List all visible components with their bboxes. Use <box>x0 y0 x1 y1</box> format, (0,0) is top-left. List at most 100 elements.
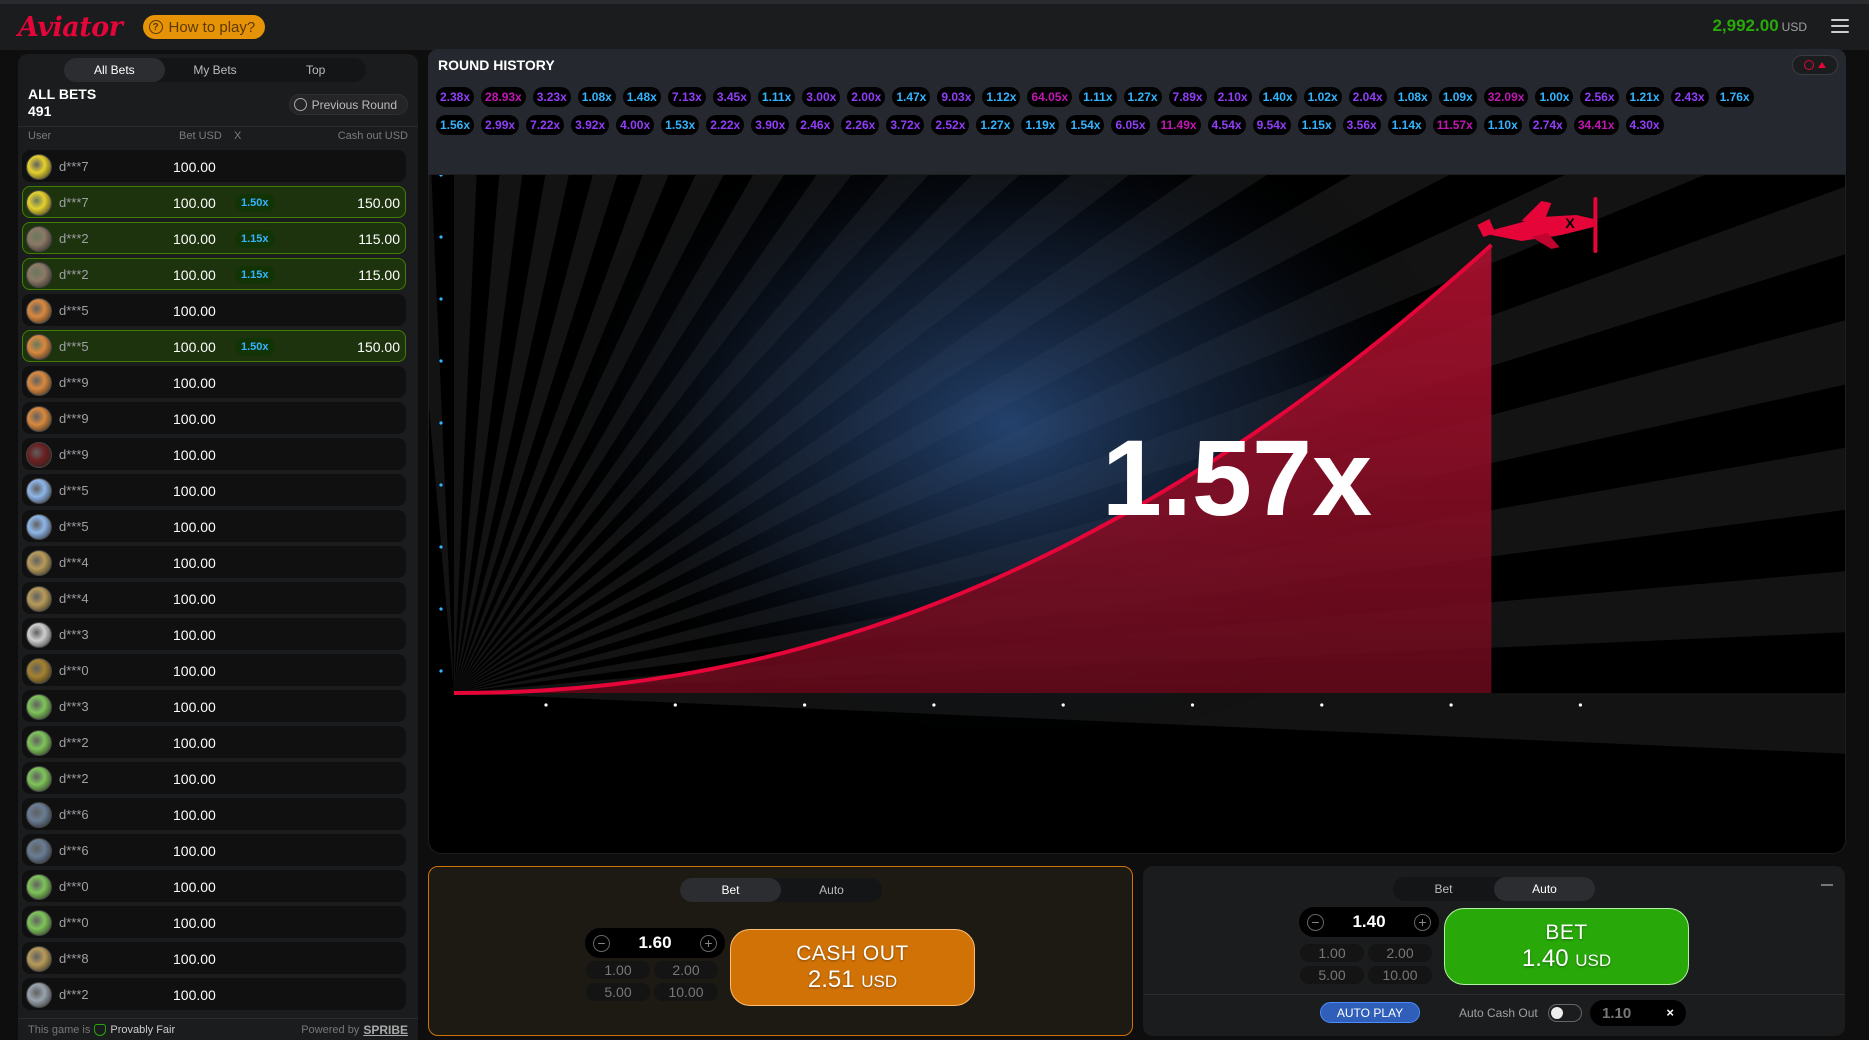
tab-bet[interactable]: Bet <box>680 878 781 902</box>
history-chip[interactable]: 7.89x <box>1168 87 1207 107</box>
avatar <box>26 586 52 612</box>
history-chip[interactable]: 9.54x <box>1252 115 1291 135</box>
auto-cash-out-input[interactable]: 1.10 × <box>1590 1000 1686 1026</box>
history-chip[interactable]: 3.92x <box>571 115 610 135</box>
minus-icon[interactable]: − <box>1307 913 1324 931</box>
history-chip[interactable]: 1.14x <box>1387 115 1426 135</box>
history-chip[interactable]: 2.38x <box>436 87 475 107</box>
bet-row: d***2 100.00 <box>22 978 406 1010</box>
history-chip[interactable]: 1.15x <box>1297 115 1336 135</box>
provably-fair-link[interactable]: Provably Fair <box>94 1023 175 1036</box>
history-chip[interactable]: 4.54x <box>1207 115 1246 135</box>
bet-row: d***5 100.00 <box>22 510 406 542</box>
history-chip[interactable]: 2.52x <box>931 115 970 135</box>
previous-round-button[interactable]: Previous Round <box>288 94 408 115</box>
history-chip[interactable]: 1.02x <box>1303 87 1342 107</box>
history-chip[interactable]: 1.48x <box>622 87 661 107</box>
bet-user: d***6 <box>59 807 89 822</box>
history-chip[interactable]: 4.00x <box>616 115 655 135</box>
history-chip[interactable]: 2.26x <box>841 115 880 135</box>
history-chip[interactable]: 7.13x <box>667 87 706 107</box>
quick-amount-button[interactable]: 2.00 <box>1368 944 1432 962</box>
history-chip[interactable]: 64.05x <box>1027 87 1073 107</box>
cash-out-button[interactable]: CASH OUT 2.51 USD <box>730 929 975 1006</box>
history-chip[interactable]: 1.09x <box>1438 87 1477 107</box>
history-chip[interactable]: 1.54x <box>1066 115 1105 135</box>
plus-icon[interactable]: + <box>1414 913 1431 931</box>
history-chip[interactable]: 2.99x <box>481 115 520 135</box>
quick-amount-button[interactable]: 5.00 <box>586 983 650 1001</box>
hamburger-menu-icon[interactable] <box>1831 19 1849 33</box>
quick-amount-button[interactable]: 2.00 <box>654 961 718 979</box>
history-chip[interactable]: 2.46x <box>796 115 835 135</box>
quick-amount-button[interactable]: 10.00 <box>654 983 718 1001</box>
history-chip[interactable]: 34.41x <box>1573 115 1619 135</box>
history-toggle-button[interactable] <box>1792 55 1838 75</box>
history-chip[interactable]: 7.22x <box>526 115 565 135</box>
auto-cash-out-value: 1.10 <box>1602 1004 1632 1022</box>
tab-auto[interactable]: Auto <box>1494 877 1595 901</box>
bet-row: d***9 100.00 <box>22 402 406 434</box>
history-chip[interactable]: 3.56x <box>1342 115 1381 135</box>
history-chip[interactable]: 1.40x <box>1258 87 1297 107</box>
bet-user: d***2 <box>59 771 89 786</box>
quick-amount-button[interactable]: 1.00 <box>586 961 650 979</box>
history-chip[interactable]: 1.00x <box>1535 87 1574 107</box>
how-to-play-button[interactable]: ? How to play? <box>142 15 266 39</box>
history-chip[interactable]: 1.27x <box>1123 87 1162 107</box>
plus-icon[interactable]: + <box>700 934 717 952</box>
history-chip[interactable]: 1.27x <box>976 115 1015 135</box>
history-chip[interactable]: 3.45x <box>712 87 751 107</box>
tab-bet[interactable]: Bet <box>1393 877 1494 901</box>
history-chip[interactable]: 2.00x <box>847 87 886 107</box>
history-chip[interactable]: 1.08x <box>1393 87 1432 107</box>
auto-play-button[interactable]: AUTO PLAY <box>1320 1002 1420 1023</box>
history-chip[interactable]: 1.08x <box>577 87 616 107</box>
history-chip[interactable]: 28.93x <box>481 87 526 107</box>
history-chip[interactable]: 9.03x <box>937 87 976 107</box>
quick-amount-button[interactable]: 1.00 <box>1300 944 1364 962</box>
history-chip[interactable]: 32.09x <box>1483 87 1529 107</box>
history-chip[interactable]: 3.90x <box>751 115 790 135</box>
history-chip[interactable]: 1.56x <box>436 115 475 135</box>
history-chip[interactable]: 6.05x <box>1111 115 1150 135</box>
history-chip[interactable]: 2.56x <box>1580 87 1619 107</box>
history-chip[interactable]: 1.76x <box>1715 87 1754 107</box>
bets-tabs: All Bets My Bets Top <box>64 58 366 82</box>
history-chip[interactable]: 1.47x <box>892 87 931 107</box>
history-chip[interactable]: 1.11x <box>1079 87 1117 107</box>
history-chip[interactable]: 1.21x <box>1625 87 1664 107</box>
history-chip[interactable]: 1.12x <box>982 87 1021 107</box>
bet-amount: 100.00 <box>173 663 216 679</box>
history-chip[interactable]: 2.04x <box>1348 87 1387 107</box>
quick-amount-button[interactable]: 10.00 <box>1368 966 1432 984</box>
history-chip[interactable]: 1.10x <box>1483 115 1522 135</box>
history-chip[interactable]: 1.53x <box>661 115 700 135</box>
tab-auto[interactable]: Auto <box>781 878 882 902</box>
bet-user: d***5 <box>59 519 89 534</box>
history-chip[interactable]: 11.57x <box>1432 115 1477 135</box>
tab-all-bets[interactable]: All Bets <box>64 58 165 82</box>
bet-button[interactable]: BET 1.40 USD <box>1444 908 1689 985</box>
bet-row: d***7 100.00 1.50x 150.00 <box>22 186 406 218</box>
tab-my-bets[interactable]: My Bets <box>165 58 266 82</box>
auto-cash-out-toggle[interactable] <box>1548 1004 1582 1022</box>
history-chip[interactable]: 4.30x <box>1625 115 1664 135</box>
history-chip[interactable]: 2.22x <box>706 115 745 135</box>
history-chip[interactable]: 3.72x <box>886 115 925 135</box>
history-chip[interactable]: 1.11x <box>757 87 796 107</box>
history-chip[interactable]: 11.49x <box>1156 115 1201 135</box>
bet-amount-stepper[interactable]: − 1.60 + <box>585 928 725 958</box>
history-chip[interactable]: 2.10x <box>1213 87 1252 107</box>
history-chip[interactable]: 3.00x <box>802 87 841 107</box>
history-chip[interactable]: 2.43x <box>1670 87 1709 107</box>
history-chip[interactable]: 3.23x <box>532 87 571 107</box>
history-chip[interactable]: 1.19x <box>1021 115 1060 135</box>
quick-amount-button[interactable]: 5.00 <box>1300 966 1364 984</box>
y-axis-dot <box>439 235 443 239</box>
tab-top[interactable]: Top <box>265 58 366 82</box>
history-chip[interactable]: 2.74x <box>1528 115 1567 135</box>
bet-amount-stepper[interactable]: − 1.40 + <box>1299 907 1439 937</box>
remove-panel-icon[interactable] <box>1821 884 1833 886</box>
minus-icon[interactable]: − <box>593 934 610 952</box>
